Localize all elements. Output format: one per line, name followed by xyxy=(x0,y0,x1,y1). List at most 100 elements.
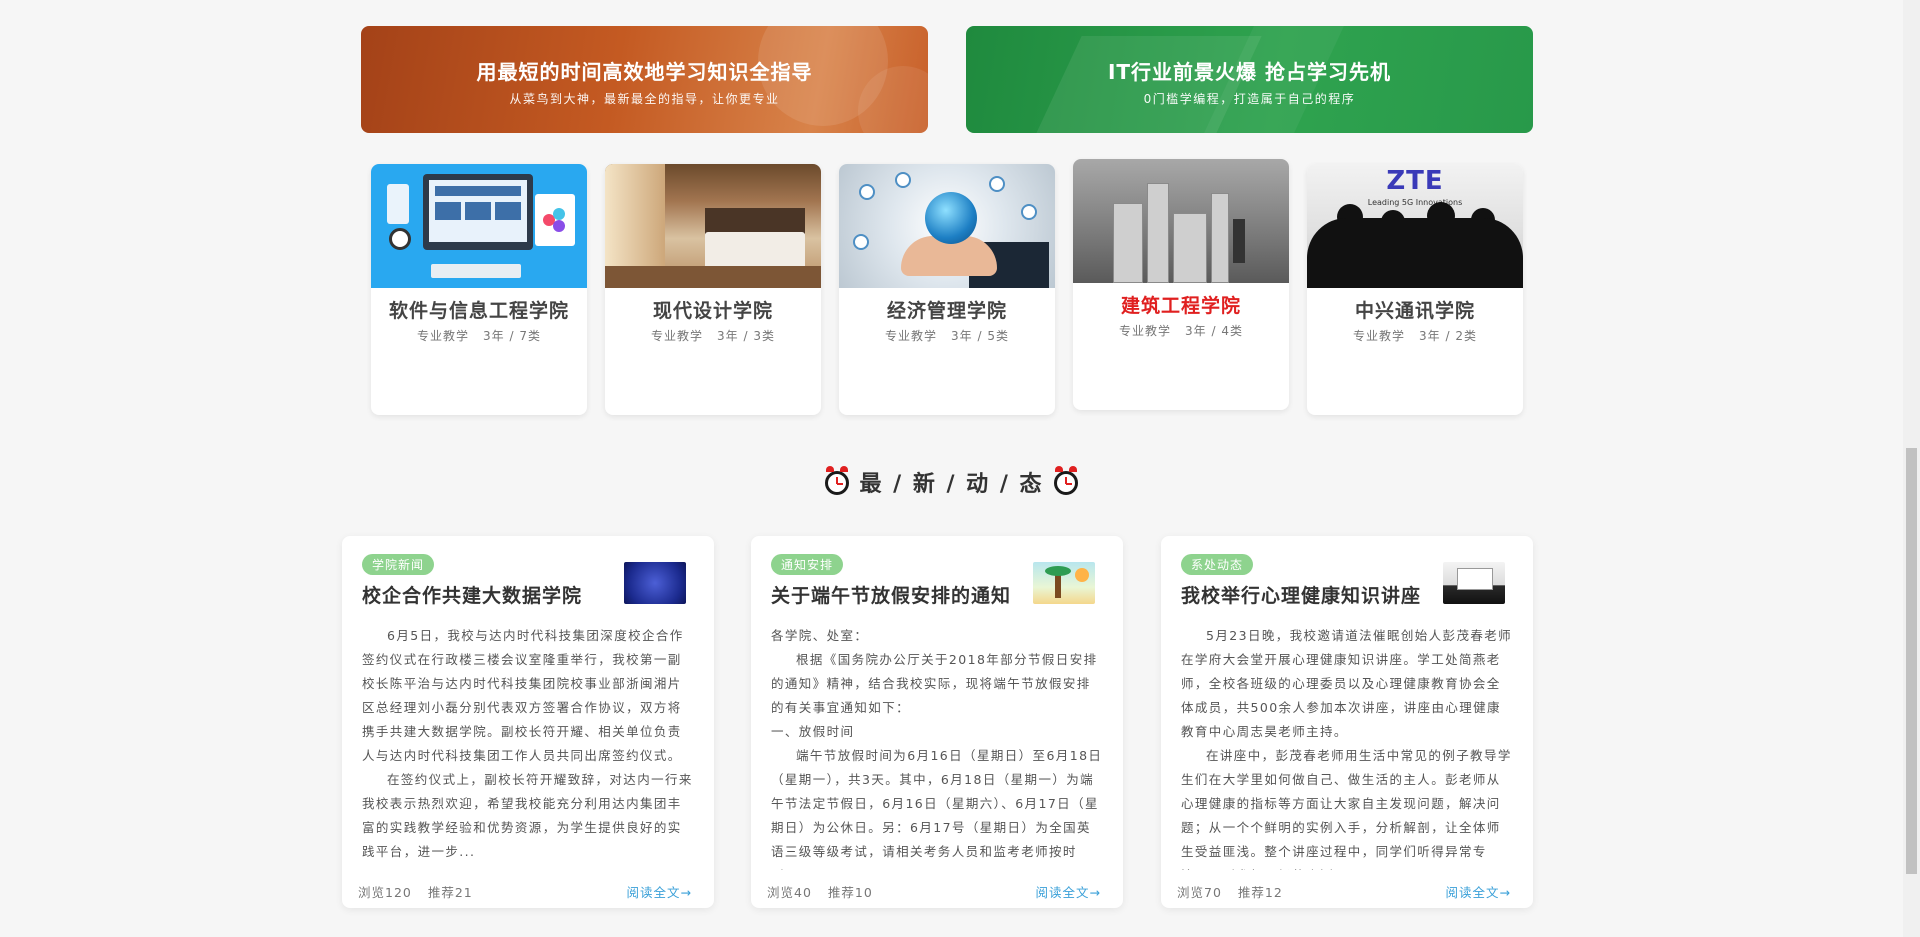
network-node xyxy=(1021,204,1037,220)
college-stats: 3年 / 3类 xyxy=(717,329,775,343)
college-type: 专业教学 xyxy=(885,329,938,343)
news-paragraph: 端午节放假时间为6月16日（星期日）至6月18日（星期一），共3天。其中，6月1… xyxy=(771,748,1103,870)
news-excerpt: 各学院、处室： 根据《国务院办公厅关于2018年部分节假日安排的通知》精神，结合… xyxy=(767,624,1103,870)
college-image-software xyxy=(371,164,587,288)
zte-logo: ZTE xyxy=(1386,166,1444,196)
news-title[interactable]: 我校举行心理健康知识讲座 xyxy=(1181,581,1441,608)
screen-block xyxy=(495,202,521,220)
banner-subtitle: 从菜鸟到大神，最新最全的指导，让你更专业 xyxy=(509,92,780,106)
news-paragraph: 根据《国务院办公厅关于2018年部分节假日安排的通知》精神，结合我校实际，现将端… xyxy=(771,652,1098,715)
news-views: 浏览40 xyxy=(767,885,812,900)
building-illustration xyxy=(1147,183,1169,283)
college-card-software[interactable]: 软件与信息工程学院 专业教学 3年 / 7类 xyxy=(371,164,587,415)
sun-illustration xyxy=(1075,568,1089,582)
college-meta: 专业教学 3年 / 7类 xyxy=(371,327,587,344)
college-name: 中兴通讯学院 xyxy=(1354,300,1475,322)
college-meta: 专业教学 3年 / 2类 xyxy=(1307,327,1523,344)
news-footer: 浏览40 推荐10 阅读全文→ xyxy=(767,882,1101,901)
college-card-architecture[interactable]: 建筑工程学院 专业教学 3年 / 4类 xyxy=(1073,159,1289,410)
college-image-zte: ZTE Leading 5G Innovations xyxy=(1307,164,1523,288)
college-name: 经济管理学院 xyxy=(886,300,1007,322)
news-category-tag[interactable]: 学院新闻 xyxy=(362,554,435,575)
college-stats: 3年 / 7类 xyxy=(483,329,541,343)
screen-block xyxy=(435,186,521,196)
college-type: 专业教学 xyxy=(651,329,704,343)
scrollbar-thumb[interactable] xyxy=(1906,448,1917,874)
news-thumbnail[interactable] xyxy=(1033,562,1095,604)
palm-leaf-illustration xyxy=(1045,566,1071,576)
college-meta: 专业教学 3年 / 5类 xyxy=(839,327,1055,344)
crowd-silhouette xyxy=(1307,218,1523,288)
news-recommends: 推荐10 xyxy=(827,885,873,900)
college-stats: 3年 / 4类 xyxy=(1185,324,1243,338)
bell-icon xyxy=(1054,466,1063,472)
college-card-design[interactable]: 现代设计学院 专业教学 3年 / 3类 xyxy=(605,164,821,415)
building-illustration xyxy=(1211,193,1229,283)
bell-icon xyxy=(826,466,835,472)
network-node xyxy=(859,184,875,200)
college-type: 专业教学 xyxy=(1119,324,1172,338)
news-views: 浏览70 xyxy=(1177,885,1222,900)
news-card[interactable]: 系处动态 我校举行心理健康知识讲座 5月23日晚，我校邀请道法催眠创始人彭茂春老… xyxy=(1161,536,1533,908)
news-title[interactable]: 关于端午节放假安排的通知 xyxy=(771,581,1031,608)
network-node xyxy=(895,172,911,188)
news-category-tag[interactable]: 系处动态 xyxy=(1181,554,1254,575)
keyboard-illustration xyxy=(431,264,521,278)
banner-subtitle: 0门槛学编程，打造属于自己的程序 xyxy=(1143,92,1356,106)
news-section-title: 最 / 新 / 动 / 态 xyxy=(859,472,1044,497)
news-card[interactable]: 通知安排 关于端午节放假安排的通知 各学院、处室： 根据《国务院办公厅关于201… xyxy=(751,536,1123,908)
network-node xyxy=(989,176,1005,192)
banner-it-industry[interactable]: IT行业前景火爆 抢占学习先机 0门槛学编程，打造属于自己的程序 xyxy=(966,26,1533,133)
news-section-header: 最 / 新 / 动 / 态 xyxy=(0,466,1903,498)
screen-block xyxy=(465,202,491,220)
coffee-cup-illustration xyxy=(389,228,411,250)
college-stats: 3年 / 2类 xyxy=(1419,329,1477,343)
floor-illustration xyxy=(605,266,821,288)
college-name: 软件与信息工程学院 xyxy=(388,300,569,322)
banner-study-guide[interactable]: 用最短的时间高效地学习知识全指导 从菜鸟到大神，最新最全的指导，让你更专业 xyxy=(361,26,928,133)
building-illustration xyxy=(1173,213,1207,283)
color-dot xyxy=(553,208,565,220)
college-meta: 专业教学 3年 / 3类 xyxy=(605,327,821,344)
news-recommends: 推荐21 xyxy=(427,885,473,900)
vertical-scrollbar[interactable] xyxy=(1903,0,1920,937)
read-more-link[interactable]: 阅读全文→ xyxy=(1446,882,1511,901)
alarm-clock-icon xyxy=(1053,466,1078,495)
projector-screen-illustration xyxy=(1457,568,1493,590)
college-image-design xyxy=(605,164,821,288)
news-thumbnail[interactable] xyxy=(624,562,686,604)
college-name: 建筑工程学院 xyxy=(1120,295,1241,317)
headboard-illustration xyxy=(705,208,805,234)
globe-illustration xyxy=(925,192,977,244)
news-footer: 浏览70 推荐12 阅读全文→ xyxy=(1177,882,1511,901)
news-footer: 浏览120 推荐21 阅读全文→ xyxy=(358,882,692,901)
news-paragraph: 5月23日晚，我校邀请道法催眠创始人彭茂春老师在学府大会堂开展心理健康知识讲座。… xyxy=(1181,628,1513,739)
college-meta: 专业教学 3年 / 4类 xyxy=(1073,322,1289,339)
college-card-zte[interactable]: ZTE Leading 5G Innovations 中兴通讯学院 专业教学 3年… xyxy=(1307,164,1523,415)
read-more-link[interactable]: 阅读全文→ xyxy=(627,882,692,901)
news-excerpt: 5月23日晚，我校邀请道法催眠创始人彭茂春老师在学府大会堂开展心理健康知识讲座。… xyxy=(1177,624,1513,870)
zte-tagline: Leading 5G Innovations xyxy=(1367,198,1463,207)
read-more-link[interactable]: 阅读全文→ xyxy=(1036,882,1101,901)
news-excerpt: 6月5日，我校与达内时代科技集团深度校企合作签约仪式在行政楼三楼会议室隆重举行，… xyxy=(358,624,694,870)
news-paragraph: 各学院、处室： xyxy=(771,628,869,643)
college-type: 专业教学 xyxy=(417,329,470,343)
screen-block xyxy=(435,202,461,220)
college-image-economics xyxy=(839,164,1055,288)
college-stats: 3年 / 5类 xyxy=(951,329,1009,343)
news-paragraph: 一、放假时间 xyxy=(771,724,855,739)
college-name: 现代设计学院 xyxy=(652,300,773,322)
college-card-economics[interactable]: 经济管理学院 专业教学 3年 / 5类 xyxy=(839,164,1055,415)
college-type: 专业教学 xyxy=(1353,329,1406,343)
news-paragraph: 在签约仪式上，副校长符开耀致辞，对达内一行来我校表示热烈欢迎，希望我校能充分利用… xyxy=(362,772,693,859)
alarm-clock-icon xyxy=(825,466,850,495)
network-node xyxy=(853,234,869,250)
news-card[interactable]: 学院新闻 校企合作共建大数据学院 6月5日，我校与达内时代科技集团深度校企合作签… xyxy=(342,536,714,908)
news-paragraph: 在讲座中，彭茂春老师用生活中常见的例子教导学生们在大学里如何做自己、做生活的主人… xyxy=(1181,748,1512,870)
bell-icon xyxy=(840,466,849,472)
news-category-tag[interactable]: 通知安排 xyxy=(771,554,844,575)
news-thumbnail[interactable] xyxy=(1443,562,1505,604)
worker-illustration xyxy=(1233,219,1245,263)
news-views: 浏览120 xyxy=(358,885,412,900)
news-title[interactable]: 校企合作共建大数据学院 xyxy=(362,581,622,608)
